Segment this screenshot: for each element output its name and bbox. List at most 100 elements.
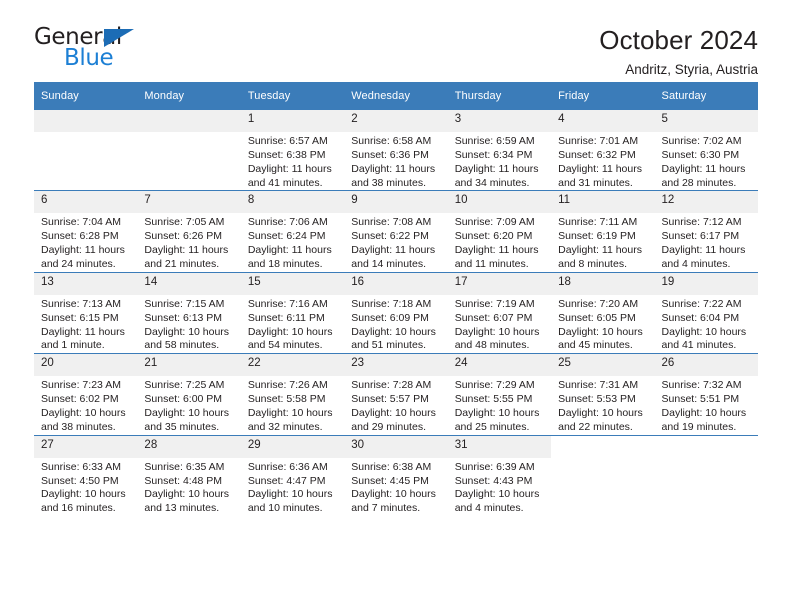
day-details: Sunrise: 6:36 AM Sunset: 4:47 PM Dayligh…	[241, 458, 344, 516]
calendar-day-cell[interactable]: 18 Sunrise: 7:20 AM Sunset: 6:05 PM Dayl…	[551, 271, 655, 354]
calendar-day-cell[interactable]: 16 Sunrise: 7:18 AM Sunset: 6:09 PM Dayl…	[344, 271, 448, 354]
day-details: Sunrise: 7:06 AM Sunset: 6:24 PM Dayligh…	[241, 213, 344, 271]
sunset-text: Sunset: 6:34 PM	[454, 148, 533, 161]
daylight-text-line2: and 1 minute.	[41, 339, 105, 352]
calendar-day-cell[interactable]: 20 Sunrise: 7:23 AM Sunset: 6:02 PM Dayl…	[34, 353, 138, 436]
sunset-text: Sunset: 4:47 PM	[247, 474, 326, 487]
daylight-text-line1: Daylight: 10 hours	[558, 325, 643, 338]
day-details: Sunrise: 6:59 AM Sunset: 6:34 PM Dayligh…	[448, 132, 551, 190]
calendar-day-cell[interactable]: 17 Sunrise: 7:19 AM Sunset: 6:07 PM Dayl…	[447, 271, 552, 354]
calendar-day-cell[interactable]: 2 Sunrise: 6:58 AM Sunset: 6:36 PM Dayli…	[344, 110, 448, 191]
calendar-day-cell[interactable]: 21 Sunrise: 7:25 AM Sunset: 6:00 PM Dayl…	[137, 353, 241, 436]
calendar-day-cell[interactable]: 7 Sunrise: 7:05 AM Sunset: 6:26 PM Dayli…	[137, 190, 241, 273]
sunrise-text: Sunrise: 6:33 AM	[41, 460, 121, 473]
daylight-text-line2: and 18 minutes.	[247, 258, 323, 271]
page-title: October 2024	[599, 25, 758, 55]
sunrise-text: Sunrise: 7:05 AM	[144, 216, 225, 229]
sunrise-text: Sunrise: 7:12 AM	[661, 216, 742, 229]
day-number: 5	[654, 110, 758, 132]
calendar-day-cell[interactable]: 1 Sunrise: 6:57 AM Sunset: 6:38 PM Dayli…	[240, 110, 345, 191]
sunset-text: Sunset: 6:04 PM	[661, 311, 740, 324]
sunrise-text: Sunrise: 6:36 AM	[247, 460, 328, 473]
day-number: 4	[551, 110, 655, 132]
sunset-text: Sunset: 6:26 PM	[144, 230, 223, 243]
day-number: 26	[654, 354, 758, 377]
calendar-day-cell[interactable]: 15 Sunrise: 7:16 AM Sunset: 6:11 PM Dayl…	[240, 271, 345, 354]
sunrise-text: Sunrise: 7:29 AM	[454, 379, 535, 392]
daylight-text-line1: Daylight: 10 hours	[351, 407, 436, 420]
day-details: Sunrise: 7:22 AM Sunset: 6:04 PM Dayligh…	[655, 295, 758, 353]
day-details	[34, 132, 137, 135]
calendar-day-cell[interactable]: 31 Sunrise: 6:39 AM Sunset: 4:43 PM Dayl…	[447, 434, 552, 517]
calendar-week-row: 20 Sunrise: 7:23 AM Sunset: 6:02 PM Dayl…	[34, 353, 758, 436]
calendar-day-cell[interactable]: 25 Sunrise: 7:31 AM Sunset: 5:53 PM Dayl…	[551, 353, 655, 436]
daylight-text-line2: and 38 minutes.	[41, 420, 116, 433]
sunrise-text: Sunrise: 7:15 AM	[144, 297, 225, 310]
calendar-day-cell[interactable]: 22 Sunrise: 7:26 AM Sunset: 5:58 PM Dayl…	[240, 353, 345, 436]
sunset-text: Sunset: 4:45 PM	[351, 474, 429, 487]
day-number: 9	[344, 191, 448, 214]
day-details: Sunrise: 7:04 AM Sunset: 6:28 PM Dayligh…	[34, 213, 137, 271]
daylight-text-line1: Daylight: 10 hours	[144, 325, 230, 338]
daylight-text-line1: Daylight: 11 hours	[558, 162, 642, 175]
daylight-text-line2: and 16 minutes.	[41, 502, 116, 515]
calendar-day-cell[interactable]: 26 Sunrise: 7:32 AM Sunset: 5:51 PM Dayl…	[654, 353, 758, 436]
sunrise-text: Sunrise: 7:18 AM	[351, 297, 432, 310]
day-details: Sunrise: 7:25 AM Sunset: 6:00 PM Dayligh…	[137, 376, 240, 434]
sunset-text: Sunset: 6:24 PM	[247, 230, 326, 243]
daylight-text-line2: and 21 minutes.	[144, 258, 220, 271]
calendar-day-cell[interactable]: 6 Sunrise: 7:04 AM Sunset: 6:28 PM Dayli…	[34, 190, 138, 273]
calendar-day-cell[interactable]: 24 Sunrise: 7:29 AM Sunset: 5:55 PM Dayl…	[447, 353, 552, 436]
daylight-text-line2: and 4 minutes.	[454, 502, 524, 515]
sunset-text: Sunset: 4:43 PM	[454, 474, 533, 487]
calendar-week-row: 6 Sunrise: 7:04 AM Sunset: 6:28 PM Dayli…	[34, 190, 758, 273]
day-details: Sunrise: 7:09 AM Sunset: 6:20 PM Dayligh…	[448, 213, 551, 271]
calendar-day-cell[interactable]: 28 Sunrise: 6:35 AM Sunset: 4:48 PM Dayl…	[137, 434, 241, 517]
day-number: 3	[447, 110, 552, 132]
day-number: 7	[137, 191, 241, 214]
calendar-day-cell[interactable]: 10 Sunrise: 7:09 AM Sunset: 6:20 PM Dayl…	[447, 190, 552, 273]
daylight-text-line2: and 38 minutes.	[351, 176, 426, 189]
calendar-day-cell[interactable]: 8 Sunrise: 7:06 AM Sunset: 6:24 PM Dayli…	[240, 190, 345, 273]
day-number: 18	[551, 272, 655, 295]
page-header: General Blue October 2024 Andritz, Styri…	[34, 0, 758, 77]
calendar-week-row: 13 Sunrise: 7:13 AM Sunset: 6:15 PM Dayl…	[34, 271, 758, 354]
calendar-day-cell[interactable]: 9 Sunrise: 7:08 AM Sunset: 6:22 PM Dayli…	[344, 190, 448, 273]
calendar-day-cell[interactable]: 5 Sunrise: 7:02 AM Sunset: 6:30 PM Dayli…	[654, 110, 758, 191]
day-details: Sunrise: 7:01 AM Sunset: 6:32 PM Dayligh…	[551, 132, 654, 190]
daylight-text-line2: and 32 minutes.	[247, 420, 323, 433]
sunrise-text: Sunrise: 7:01 AM	[558, 135, 639, 147]
day-number: 31	[447, 435, 552, 458]
day-number: 22	[240, 354, 345, 377]
sunrise-text: Sunrise: 7:09 AM	[454, 216, 535, 229]
day-number: 29	[240, 435, 345, 458]
calendar-day-cell[interactable]: 11 Sunrise: 7:11 AM Sunset: 6:19 PM Dayl…	[551, 190, 655, 273]
day-details	[655, 458, 758, 461]
daylight-text-line2: and 10 minutes.	[247, 502, 323, 515]
calendar-day-cell[interactable]: 13 Sunrise: 7:13 AM Sunset: 6:15 PM Dayl…	[34, 271, 138, 354]
daylight-text-line1: Daylight: 11 hours	[351, 162, 436, 175]
calendar-day-cell[interactable]: 3 Sunrise: 6:59 AM Sunset: 6:34 PM Dayli…	[447, 110, 552, 191]
day-number	[655, 436, 758, 458]
calendar-day-cell[interactable]: 14 Sunrise: 7:15 AM Sunset: 6:13 PM Dayl…	[137, 271, 241, 354]
sunset-text: Sunset: 6:30 PM	[661, 148, 740, 161]
day-details: Sunrise: 7:32 AM Sunset: 5:51 PM Dayligh…	[655, 376, 758, 434]
day-number: 23	[344, 354, 448, 377]
sunrise-text: Sunrise: 7:16 AM	[247, 297, 328, 310]
sunrise-text: Sunrise: 7:32 AM	[661, 379, 742, 392]
day-details: Sunrise: 7:11 AM Sunset: 6:19 PM Dayligh…	[551, 213, 654, 271]
day-number: 13	[34, 272, 138, 295]
sunset-text: Sunset: 6:07 PM	[454, 311, 533, 324]
calendar-day-cell[interactable]: 4 Sunrise: 7:01 AM Sunset: 6:32 PM Dayli…	[551, 110, 655, 191]
calendar-day-cell[interactable]: 27 Sunrise: 6:33 AM Sunset: 4:50 PM Dayl…	[34, 434, 138, 517]
daylight-text-line2: and 29 minutes.	[351, 420, 426, 433]
calendar-day-cell[interactable]: 29 Sunrise: 6:36 AM Sunset: 4:47 PM Dayl…	[240, 434, 345, 517]
title-block: October 2024 Andritz, Styria, Austria	[599, 25, 758, 78]
calendar-day-cell[interactable]: 19 Sunrise: 7:22 AM Sunset: 6:04 PM Dayl…	[654, 271, 758, 354]
calendar-day-cell[interactable]: 12 Sunrise: 7:12 AM Sunset: 6:17 PM Dayl…	[654, 190, 758, 273]
sunrise-text: Sunrise: 6:38 AM	[351, 460, 432, 473]
calendar-day-cell[interactable]: 30 Sunrise: 6:38 AM Sunset: 4:45 PM Dayl…	[344, 434, 448, 517]
sunset-text: Sunset: 6:05 PM	[558, 311, 636, 324]
day-details: Sunrise: 7:29 AM Sunset: 5:55 PM Dayligh…	[448, 376, 551, 434]
calendar-day-cell[interactable]: 23 Sunrise: 7:28 AM Sunset: 5:57 PM Dayl…	[344, 353, 448, 436]
